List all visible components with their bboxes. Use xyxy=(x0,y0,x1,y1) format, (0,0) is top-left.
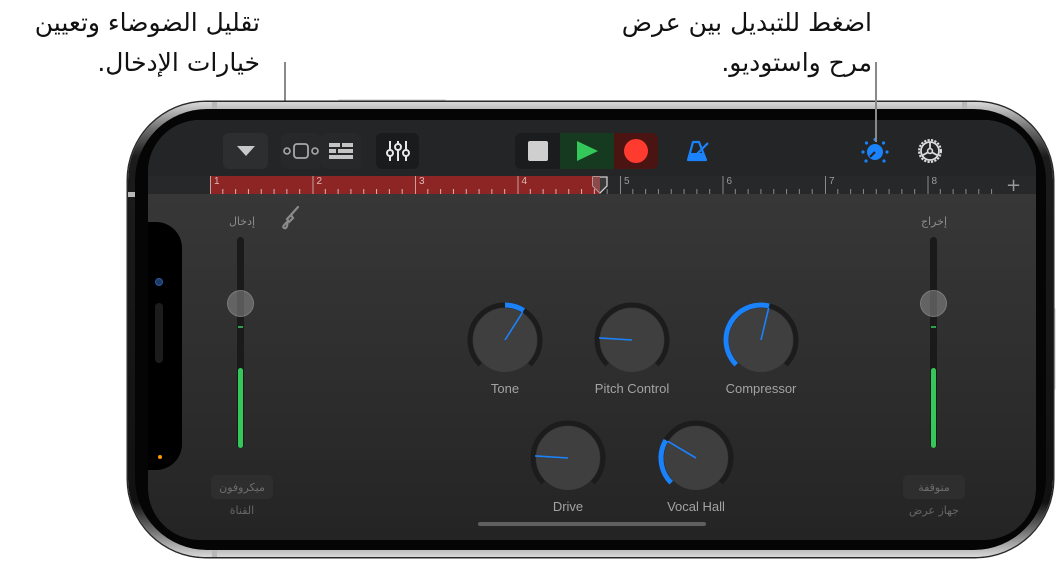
play-icon xyxy=(577,141,598,161)
tracks-view-button[interactable] xyxy=(281,133,321,169)
monitor-toggle-button[interactable]: متوقفة xyxy=(903,475,965,499)
monitor-label: جهاز عرض xyxy=(909,504,959,517)
phone-notch xyxy=(148,222,182,470)
knob-pitch-control[interactable]: Pitch Control xyxy=(587,295,677,405)
front-camera xyxy=(155,278,163,286)
metronome-icon xyxy=(686,140,709,162)
knob-label: Compressor xyxy=(725,381,797,396)
knob-dial xyxy=(658,420,734,490)
playhead-handle[interactable] xyxy=(591,176,609,194)
callout-line: اضغط للتبديل بين عرض xyxy=(621,8,872,37)
knob-compressor[interactable]: Compressor xyxy=(716,295,806,405)
knob-label: Vocal Hall xyxy=(667,499,725,514)
knob-dial xyxy=(467,302,543,372)
callout-line: مرح واستوديو. xyxy=(721,48,872,77)
tracks-view-icon xyxy=(283,143,319,159)
input-channel-label: القناة xyxy=(229,504,255,517)
gear-icon xyxy=(918,139,942,163)
antenna-line xyxy=(212,102,217,109)
settings-button[interactable] xyxy=(911,133,949,169)
bar-number: 2 xyxy=(316,176,323,187)
callout-line: تقليل الضوضاء وتعيين xyxy=(34,8,260,37)
add-section-button[interactable]: + xyxy=(1006,175,1021,196)
output-level-slider[interactable] xyxy=(920,290,947,317)
callout-input-settings: تقليل الضوضاء وتعيين خيارات الإدخال. xyxy=(20,3,260,83)
list-icon xyxy=(329,143,353,159)
knob-drive[interactable]: Drive xyxy=(523,413,613,523)
triangle-down-icon xyxy=(236,146,255,156)
antenna-line xyxy=(128,192,135,197)
earpiece-speaker xyxy=(155,303,163,363)
home-indicator xyxy=(478,522,706,526)
input-peak-indicator xyxy=(238,326,243,328)
track-list-button[interactable] xyxy=(321,133,361,169)
bar-number: 8 xyxy=(931,176,938,187)
timeline-ruler[interactable]: 1 2 3 4 5 6 7 8 xyxy=(210,176,996,194)
output-peak-indicator xyxy=(931,326,936,328)
antenna-line xyxy=(212,550,217,557)
callout-line: خيارات الإدخال. xyxy=(97,48,260,77)
transport-controls xyxy=(515,133,658,169)
bar-number: 5 xyxy=(624,176,630,187)
bar-number: 7 xyxy=(829,176,835,187)
input-jack-icon[interactable] xyxy=(278,204,302,230)
callout-view-toggle: اضغط للتبديل بين عرض مرح واستوديو. xyxy=(590,3,872,83)
stop-icon xyxy=(527,141,548,161)
input-label: إدخال xyxy=(228,215,256,228)
output-level-meter xyxy=(931,367,936,448)
mic-in-use-indicator xyxy=(158,455,162,459)
browser-dropdown-button[interactable] xyxy=(223,133,268,169)
callout-leader-line xyxy=(875,62,877,142)
input-level-slider[interactable] xyxy=(227,290,254,317)
input-level-meter xyxy=(238,367,243,448)
metronome-button[interactable] xyxy=(680,133,716,169)
input-source-button[interactable]: ميكروفون xyxy=(211,475,273,499)
knob-dial xyxy=(723,302,799,372)
record-button[interactable] xyxy=(614,133,658,169)
knob-vocal-hall[interactable]: Vocal Hall xyxy=(651,413,741,523)
sliders-icon xyxy=(385,141,410,161)
knob-tone[interactable]: Tone xyxy=(460,295,550,405)
bar-number: 4 xyxy=(521,176,528,187)
output-label: إخراج xyxy=(920,215,948,228)
app-screen: 1 2 3 4 5 6 7 8 + إدخال ميكروفون القناة إخراج م… xyxy=(148,120,1036,540)
knob-dial xyxy=(594,302,670,372)
bar-number: 1 xyxy=(214,176,220,187)
knob-dial xyxy=(530,420,606,490)
stop-button[interactable] xyxy=(515,133,560,169)
antenna-line xyxy=(962,102,967,109)
record-icon xyxy=(624,139,648,163)
bar-number: 6 xyxy=(726,176,733,187)
mixer-controls-button[interactable] xyxy=(376,133,419,169)
play-button[interactable] xyxy=(560,133,614,169)
bar-number: 3 xyxy=(419,176,425,187)
